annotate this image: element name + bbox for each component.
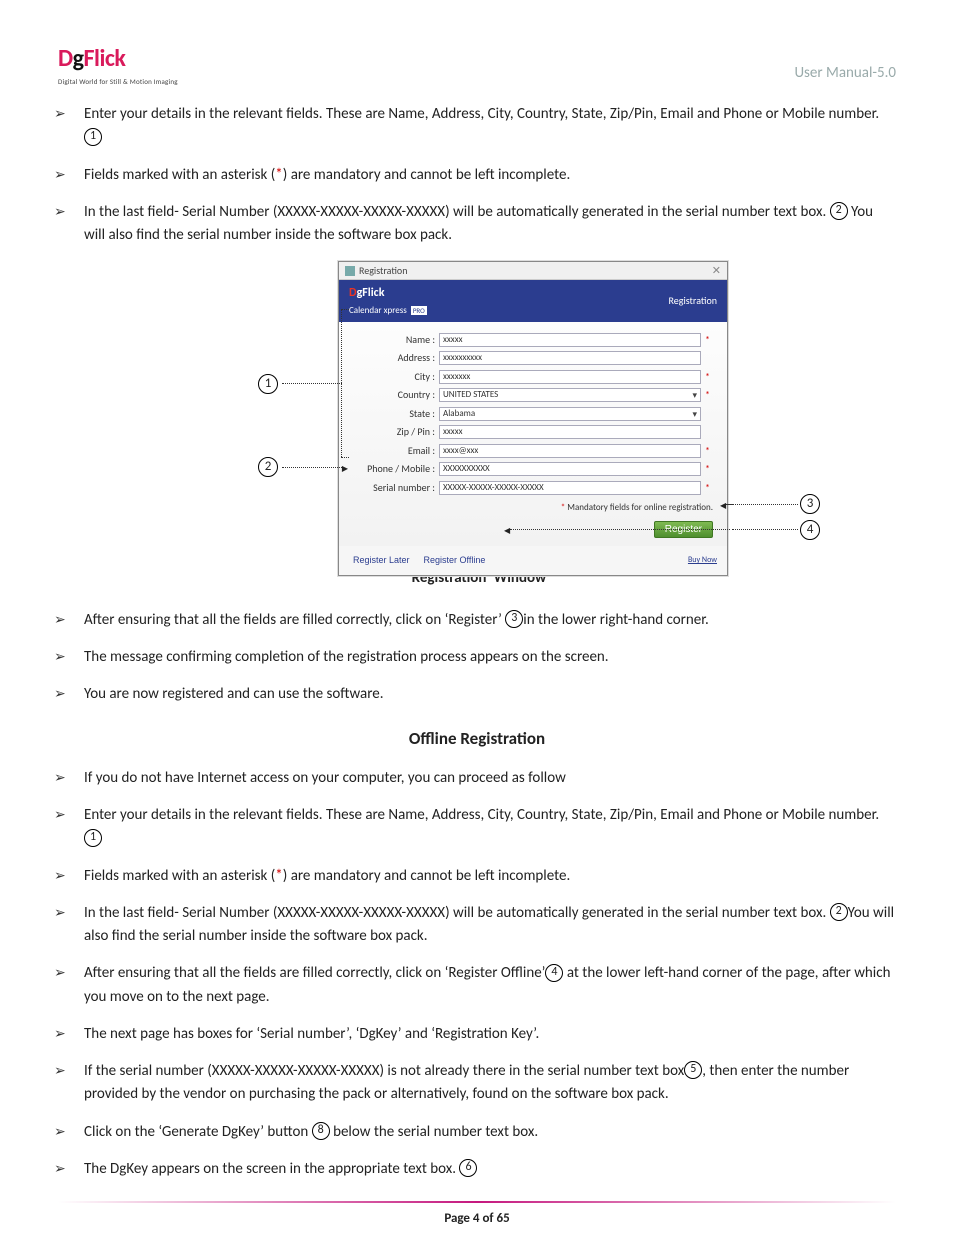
- footer-rule: [58, 1201, 896, 1203]
- bullet-list-3: If you do not have Internet access on yo…: [40, 767, 896, 1181]
- app-icon: [345, 266, 355, 276]
- banner-brand: DgFlick: [349, 284, 427, 303]
- leader-line: [510, 529, 730, 530]
- inline-circle-2: 2: [830, 903, 848, 921]
- required-star: *: [705, 369, 713, 385]
- form-label: State :: [353, 406, 439, 422]
- register-later-button[interactable]: Register Later: [349, 553, 414, 567]
- form-label: Address :: [353, 350, 439, 366]
- callout-4: 4: [800, 519, 820, 542]
- bullet-item: The message confirming completion of the…: [40, 646, 896, 669]
- doc-title: User Manual-5.0: [794, 62, 896, 85]
- form-label: Country :: [353, 387, 439, 403]
- form-row: Email :xxxx@xxx *: [353, 443, 713, 459]
- close-icon[interactable]: ✕: [712, 262, 721, 279]
- bullet-item: Click on the ‘Generate DgKey’ button 8 b…: [40, 1121, 896, 1144]
- form-label: Zip / Pin :: [353, 424, 439, 440]
- form-label: Phone / Mobile :: [353, 461, 439, 477]
- bullet-item: Enter your details in the relevant field…: [40, 804, 896, 851]
- bullet-item: In the last field- Serial Number (XXXXX-…: [40, 902, 896, 949]
- bullet-item: In the last field- Serial Number (XXXXX-…: [40, 201, 896, 248]
- form-label: Serial number :: [353, 480, 439, 496]
- bullet-item: If you do not have Internet access on yo…: [40, 767, 896, 790]
- inline-circle-6: 6: [459, 1159, 477, 1177]
- leader-line: [282, 383, 342, 384]
- form-input[interactable]: xxxxx: [439, 333, 701, 347]
- inline-circle-2: 2: [830, 202, 848, 220]
- bullet-item: After ensuring that all the fields are f…: [40, 962, 896, 1009]
- bullet-item: If the serial number (XXXXX-XXXXX-XXXXX-…: [40, 1060, 896, 1107]
- form-row: City :xxxxxxx *: [353, 369, 713, 385]
- logo-tagline: Digital World for Still & Motion Imaging: [58, 78, 178, 85]
- inline-circle-1: 1: [84, 128, 102, 146]
- form-select[interactable]: Alabama: [439, 407, 701, 421]
- required-star: *: [705, 461, 713, 477]
- callout-3: 3: [800, 493, 820, 516]
- bullet-item: After ensuring that all the fields are f…: [40, 609, 896, 632]
- banner-sub: Calendar xpress PRO: [349, 304, 427, 318]
- form-row: Name :xxxxx *: [353, 332, 713, 348]
- form-input[interactable]: XXXXX-XXXXX-XXXXX-XXXXX: [439, 481, 701, 495]
- required-star: *: [705, 443, 713, 459]
- inline-circle-8: 8: [312, 1122, 330, 1140]
- bullet-list-2: After ensuring that all the fields are f…: [40, 609, 896, 707]
- form-input[interactable]: xxxx@xxx: [439, 444, 701, 458]
- bullet-item: The DgKey appears on the screen in the a…: [40, 1158, 896, 1181]
- offline-heading: Offline Registration: [58, 726, 896, 752]
- required-star: *: [705, 480, 713, 496]
- form-label: City :: [353, 369, 439, 385]
- form-label: Email :: [353, 443, 439, 459]
- inline-circle-4: 4: [545, 964, 563, 982]
- form-row: State :Alabama: [353, 406, 713, 422]
- bullet-item: The next page has boxes for ‘Serial numb…: [40, 1023, 896, 1046]
- leader-line: [732, 529, 798, 530]
- form-row: Address :xxxxxxxxxx: [353, 350, 713, 366]
- inline-circle-3: 3: [505, 610, 523, 628]
- mandatory-note: *Mandatory fields for online registratio…: [353, 501, 713, 515]
- callout-2: 2: [258, 456, 278, 479]
- form-row: Serial number :XXXXX-XXXXX-XXXXX-XXXXX *: [353, 480, 713, 496]
- window-titlebar: Registration ✕: [339, 262, 727, 280]
- bullet-item: You are now registered and can use the s…: [40, 683, 896, 706]
- inline-circle-1: 1: [84, 829, 102, 847]
- bullet-item: Enter your details in the relevant field…: [40, 103, 896, 150]
- form-input[interactable]: xxxxxxx: [439, 370, 701, 384]
- page-number: Page 4 of 65: [58, 1209, 896, 1229]
- leader-line: [726, 504, 734, 505]
- required-star: *: [705, 387, 713, 403]
- form-label: Name :: [353, 332, 439, 348]
- form-select[interactable]: UNITED STATES: [439, 388, 701, 402]
- required-star: *: [705, 332, 713, 348]
- window-title: Registration: [359, 263, 407, 279]
- window-footer: Register Later Register Offline Buy Now: [339, 546, 727, 574]
- registration-figure: Registration ✕ DgFlick Calendar xpress P…: [58, 261, 896, 561]
- form-input[interactable]: xxxxxxxxxx: [439, 351, 701, 365]
- form-row: Zip / Pin :xxxxx: [353, 424, 713, 440]
- form-row: Country :UNITED STATES *: [353, 387, 713, 403]
- page-header: DgFlick Digital World for Still & Motion…: [58, 40, 896, 85]
- leader-line: [282, 467, 342, 468]
- buy-now-link[interactable]: Buy Now: [688, 554, 717, 566]
- bullet-list-1: Enter your details in the relevant field…: [40, 103, 896, 247]
- logo: DgFlick: [58, 44, 125, 73]
- bullet-item: Fields marked with an asterisk (*) are m…: [40, 164, 896, 187]
- form-input[interactable]: XXXXXXXXXX: [439, 462, 701, 476]
- banner-right: Registration: [669, 293, 717, 309]
- form-body: Name :xxxxx*Address :xxxxxxxxxxCity :xxx…: [339, 322, 727, 546]
- inline-circle-5: 5: [684, 1061, 702, 1079]
- register-offline-button[interactable]: Register Offline: [420, 553, 490, 567]
- logo-block: DgFlick Digital World for Still & Motion…: [58, 40, 178, 85]
- leader-line: [732, 504, 798, 505]
- form-input[interactable]: xxxxx: [439, 425, 701, 439]
- callout-1: 1: [258, 373, 278, 396]
- window-banner: DgFlick Calendar xpress PRO Registration: [339, 280, 727, 322]
- bullet-item: Fields marked with an asterisk (*) are m…: [40, 865, 896, 888]
- form-row: Phone / Mobile :XXXXXXXXXX *: [353, 461, 713, 477]
